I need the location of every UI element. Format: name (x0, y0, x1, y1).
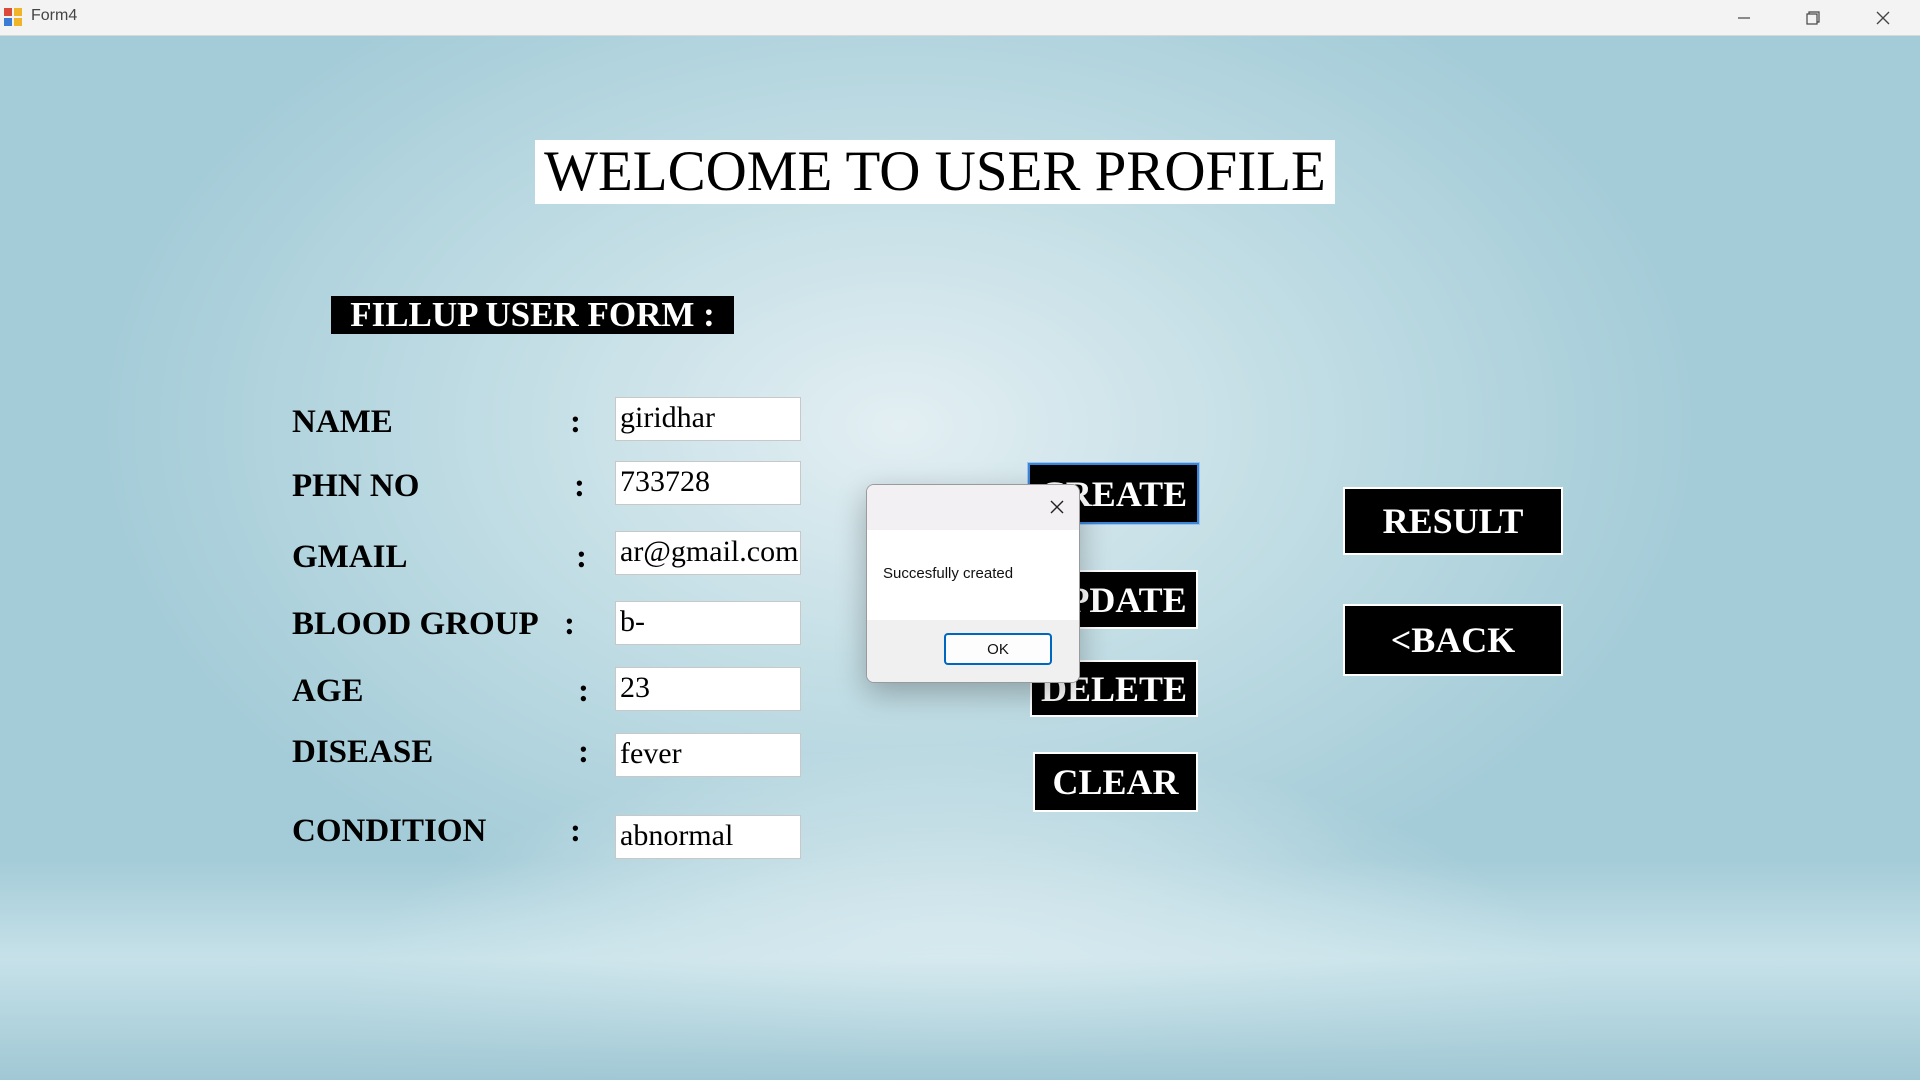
age-colon: : (578, 673, 589, 709)
close-button[interactable] (1848, 0, 1918, 35)
close-icon (1050, 500, 1064, 514)
condition-colon: : (570, 813, 581, 849)
phone-colon: : (574, 468, 585, 504)
phone-label: PHN NO (292, 468, 420, 504)
result-button[interactable]: RESULT (1343, 487, 1563, 555)
ok-button[interactable]: OK (944, 633, 1052, 665)
disease-colon: : (578, 734, 589, 770)
condition-label: CONDITION (292, 813, 487, 849)
message-dialog: Succesfully created OK (866, 484, 1080, 683)
close-icon (1876, 11, 1890, 24)
disease-label: DISEASE (292, 734, 434, 770)
app-icon (4, 8, 23, 27)
title-bar: Form4 (0, 0, 1920, 36)
name-field[interactable]: giridhar (615, 397, 801, 441)
minimize-button[interactable] (1709, 0, 1779, 35)
window-title: Form4 (31, 7, 78, 24)
back-button[interactable]: <BACK (1343, 604, 1563, 676)
background-glow (0, 860, 1920, 1080)
phone-field[interactable]: 733728 (615, 461, 801, 505)
disease-field[interactable]: fever (615, 733, 801, 777)
condition-field[interactable]: abnormal (615, 815, 801, 859)
gmail-label: GMAIL (292, 539, 408, 575)
blood-group-label: BLOOD GROUP (292, 606, 539, 642)
blood-group-colon: : (564, 606, 575, 642)
gmail-colon: : (576, 539, 587, 575)
blood-group-field[interactable]: b- (615, 601, 801, 645)
dialog-close-button[interactable] (1047, 497, 1067, 517)
age-label: AGE (292, 673, 364, 709)
age-field[interactable]: 23 (615, 667, 801, 711)
name-label: NAME (292, 404, 393, 440)
name-colon: : (570, 404, 581, 440)
minimize-icon (1738, 16, 1750, 19)
dialog-message: Succesfully created (883, 565, 1014, 582)
restore-icon (1806, 10, 1820, 25)
form-subheading: FILLUP USER FORM : (331, 296, 734, 334)
page-title: WELCOME TO USER PROFILE (535, 140, 1335, 204)
gmail-field[interactable]: ar@gmail.com (615, 531, 801, 575)
restore-button[interactable] (1778, 0, 1848, 35)
clear-button[interactable]: CLEAR (1033, 752, 1198, 812)
